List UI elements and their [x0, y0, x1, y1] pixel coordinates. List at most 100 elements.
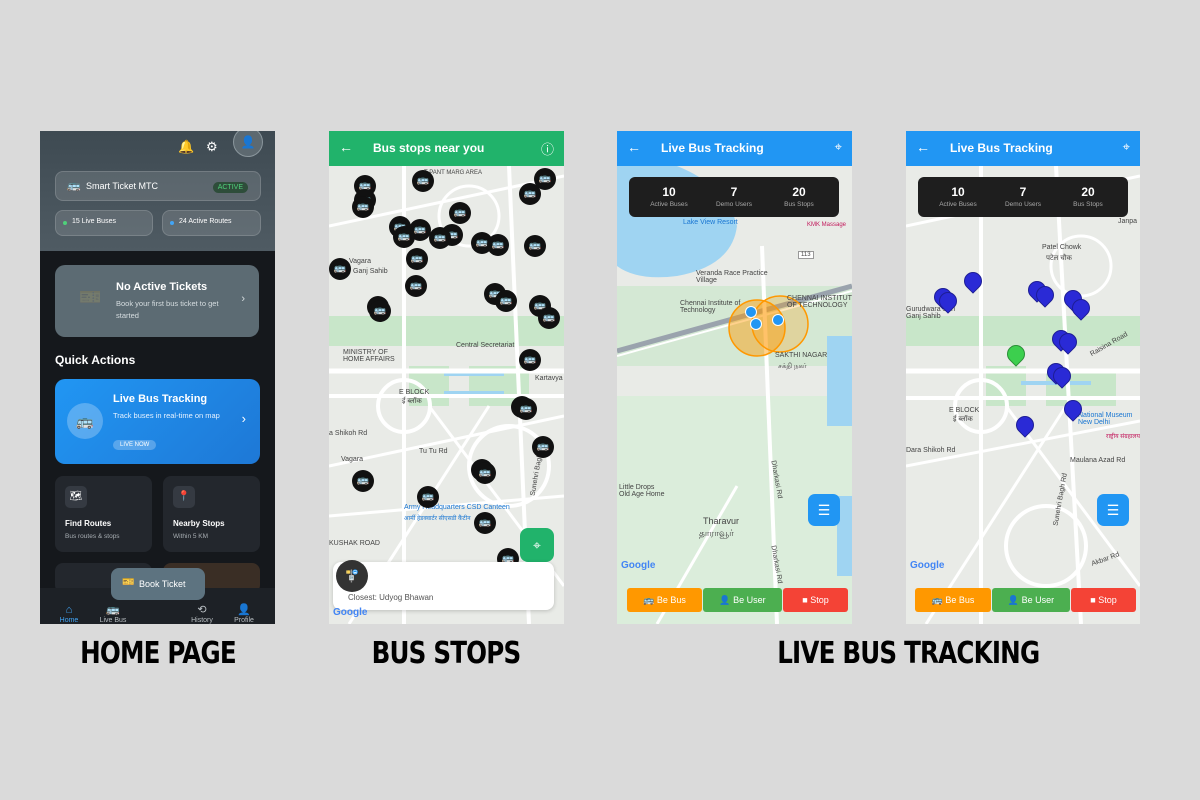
bus-stop-marker-icon[interactable]: 🚌	[474, 462, 496, 484]
my-location-icon[interactable]: ⌖	[1123, 139, 1130, 155]
history-icon: ⟲	[197, 604, 207, 616]
smart-ticket-card[interactable]: 🚌 Smart Ticket MTC ACTIVE	[55, 171, 261, 201]
list-fab-button[interactable]: ☰	[1097, 494, 1129, 526]
profile-icon: 👤	[237, 604, 251, 616]
info-icon[interactable]: ⓘ	[541, 139, 554, 158]
live-tracking-subtitle: Track buses in real-time on map	[113, 411, 220, 420]
stat-bus-stops: 20 Bus Stops	[1073, 185, 1103, 208]
bus-stop-marker-icon[interactable]: 🚌	[369, 300, 391, 322]
nav-home[interactable]: ⌂ Home	[49, 604, 89, 624]
home-screen: 🔔 ⚙ 👤 🚌 Smart Ticket MTC ACTIVE 15 Live …	[40, 131, 275, 624]
bus-stop-marker-icon[interactable]: 🚌	[495, 290, 517, 312]
bus-stop-marker-icon[interactable]: 🚌	[532, 436, 554, 458]
person-icon: 👤	[719, 595, 734, 605]
user-location-icon[interactable]	[772, 314, 784, 326]
be-user-button[interactable]: 👤 Be User	[703, 588, 782, 612]
map-label: Dara Shikoh Rd	[906, 447, 956, 454]
be-bus-button[interactable]: 🚌 Be Bus	[915, 588, 991, 612]
map-label: MINISTRY OF HOME AFFAIRS	[343, 349, 395, 363]
live-tracking-title: Live Bus Tracking	[113, 393, 208, 405]
map-label: Chennai Institute of Technology	[680, 300, 741, 314]
bus-stop-marker-icon[interactable]: 🚌	[429, 227, 451, 249]
no-tickets-subtitle: Book your first bus ticket to get starte…	[116, 299, 219, 320]
bus-stop-marker-icon[interactable]: 🚌	[487, 234, 509, 256]
bus-stop-marker-icon[interactable]: 🚌	[352, 196, 374, 218]
live-tracking-title: Live Bus Tracking	[950, 141, 1053, 155]
bus-icon: 🚌	[643, 595, 657, 605]
map-label: राष्ट्रीय संग्रहालय	[1106, 434, 1140, 440]
my-location-button[interactable]: ⌖	[520, 528, 554, 562]
find-routes-title: Find Routes	[65, 519, 112, 528]
bell-icon[interactable]: 🔔	[178, 139, 194, 155]
live-map-1[interactable]: Lake View Resort KMK Massage Veranda Rac…	[617, 166, 852, 624]
bus-stops-map[interactable]: T PANT MARG AREA Vagara Ganj Sahib MINIS…	[329, 166, 564, 624]
live-tracking-card[interactable]: 🚌 Live Bus Tracking Track buses in real-…	[55, 379, 260, 464]
green-dot-icon	[63, 221, 67, 225]
bus-stop-marker-icon[interactable]: 🚌	[352, 470, 374, 492]
bus-stop-marker-icon[interactable]: 🚌	[519, 349, 541, 371]
bus-icon: 🚌	[67, 180, 81, 192]
map-label: CHENNAI INSTITUTE OF TECHNOLOGY	[787, 295, 852, 309]
be-user-button[interactable]: 👤 Be User	[992, 588, 1070, 612]
google-logo: Google	[910, 560, 945, 571]
bus-stop-marker-icon[interactable]: 🚌	[405, 275, 427, 297]
map-label: ई ब्लॉक	[402, 398, 422, 405]
nav-profile[interactable]: 👤 Profile	[224, 603, 264, 624]
live-buses-chip[interactable]: 15 Live Buses	[55, 210, 153, 236]
live-tracking-appbar: ← Live Bus Tracking ⌖	[906, 131, 1140, 166]
location-pin-icon: 📍	[173, 486, 195, 508]
back-arrow-icon[interactable]: ←	[627, 139, 641, 155]
back-arrow-icon[interactable]: ←	[339, 139, 353, 155]
gear-icon[interactable]: ⚙	[206, 139, 218, 155]
map-label: पटेल चौक	[1046, 255, 1072, 262]
bus-stop-marker-icon[interactable]: 🚌	[474, 512, 496, 534]
my-location-icon[interactable]: ⌖	[835, 139, 842, 155]
bus-stop-marker-icon[interactable]: 🚌	[519, 183, 541, 205]
live-map-2[interactable]: Patel Chowk पटेल चौक Janpa Gurudwara Shr…	[906, 166, 1140, 624]
nav-live-bus[interactable]: 🚌 Live Bus	[93, 603, 133, 624]
closest-stop-label: Closest: Udyog Bhawan	[348, 593, 434, 602]
smart-ticket-title: Smart Ticket MTC	[86, 181, 159, 191]
active-routes-label: 24 Active Routes	[179, 218, 232, 225]
user-location-icon[interactable]	[745, 306, 757, 318]
stop-button[interactable]: ■ Stop	[783, 588, 848, 612]
list-fab-button[interactable]: ☰	[808, 494, 840, 526]
stop-icon: ■	[1090, 595, 1099, 605]
bus-stop-marker-icon[interactable]: 🚌	[524, 235, 546, 257]
active-badge: ACTIVE	[212, 182, 248, 193]
nearby-stops-card[interactable]: 📍 Nearby Stops Within 5 KM	[163, 476, 260, 552]
bus-stop-marker-icon[interactable]: 🚌	[393, 226, 415, 248]
bus-stop-marker-icon[interactable]: 🚌	[412, 170, 434, 192]
find-routes-card[interactable]: 🗺 Find Routes Bus routes & stops	[55, 476, 152, 552]
user-location-icon[interactable]	[750, 318, 762, 330]
bus-stops-appbar: ← Bus stops near you ⓘ	[329, 131, 564, 166]
map-label: आर्मी हेडक्वार्टर सीएसडी कैंटीन	[404, 516, 471, 522]
nav-history[interactable]: ⟲ History	[182, 603, 222, 624]
stat-active-buses: 10 Active Buses	[650, 185, 688, 208]
map-label: Kartavya	[535, 375, 563, 382]
map-label: E BLOCK	[399, 389, 430, 396]
no-tickets-card[interactable]: 🎫 No Active Tickets Book your first bus …	[55, 265, 259, 337]
ticket-watermark-icon: 🎫	[79, 287, 102, 307]
stop-button[interactable]: ■ Stop	[1071, 588, 1136, 612]
closest-stop-sheet[interactable]: 🚏 Closest: Udyog Bhawan	[333, 560, 554, 610]
bus-icon: 🚌	[106, 604, 120, 616]
active-routes-chip[interactable]: 24 Active Routes	[162, 210, 261, 236]
quick-actions-heading: Quick Actions	[55, 353, 136, 367]
book-ticket-button[interactable]: 🎫 Book Ticket	[111, 568, 205, 600]
bus-stop-marker-icon[interactable]: 🚌	[538, 307, 560, 329]
find-routes-subtitle: Bus routes & stops	[65, 533, 120, 540]
stop-icon: ■	[802, 595, 811, 605]
bus-stop-marker-icon[interactable]: 🚌	[417, 486, 439, 508]
map-icon: 🗺	[65, 486, 87, 508]
live-tracking-screen-2: ← Live Bus Tracking ⌖ Patel Chowk पटेल च…	[906, 131, 1140, 624]
bus-stop-marker-icon[interactable]: 🚌	[449, 202, 471, 224]
bus-stop-marker-icon[interactable]: 🚌	[329, 258, 351, 280]
bus-stop-marker-icon[interactable]: 🚌	[515, 398, 537, 420]
bus-stop-marker-icon[interactable]: 🚌	[406, 248, 428, 270]
map-label: Central Secretariat	[456, 342, 515, 349]
map-label: சக்தி நகர்	[778, 363, 807, 370]
back-arrow-icon[interactable]: ←	[916, 139, 930, 155]
person-icon: 👤	[1007, 595, 1022, 605]
be-bus-button[interactable]: 🚌 Be Bus	[627, 588, 702, 612]
